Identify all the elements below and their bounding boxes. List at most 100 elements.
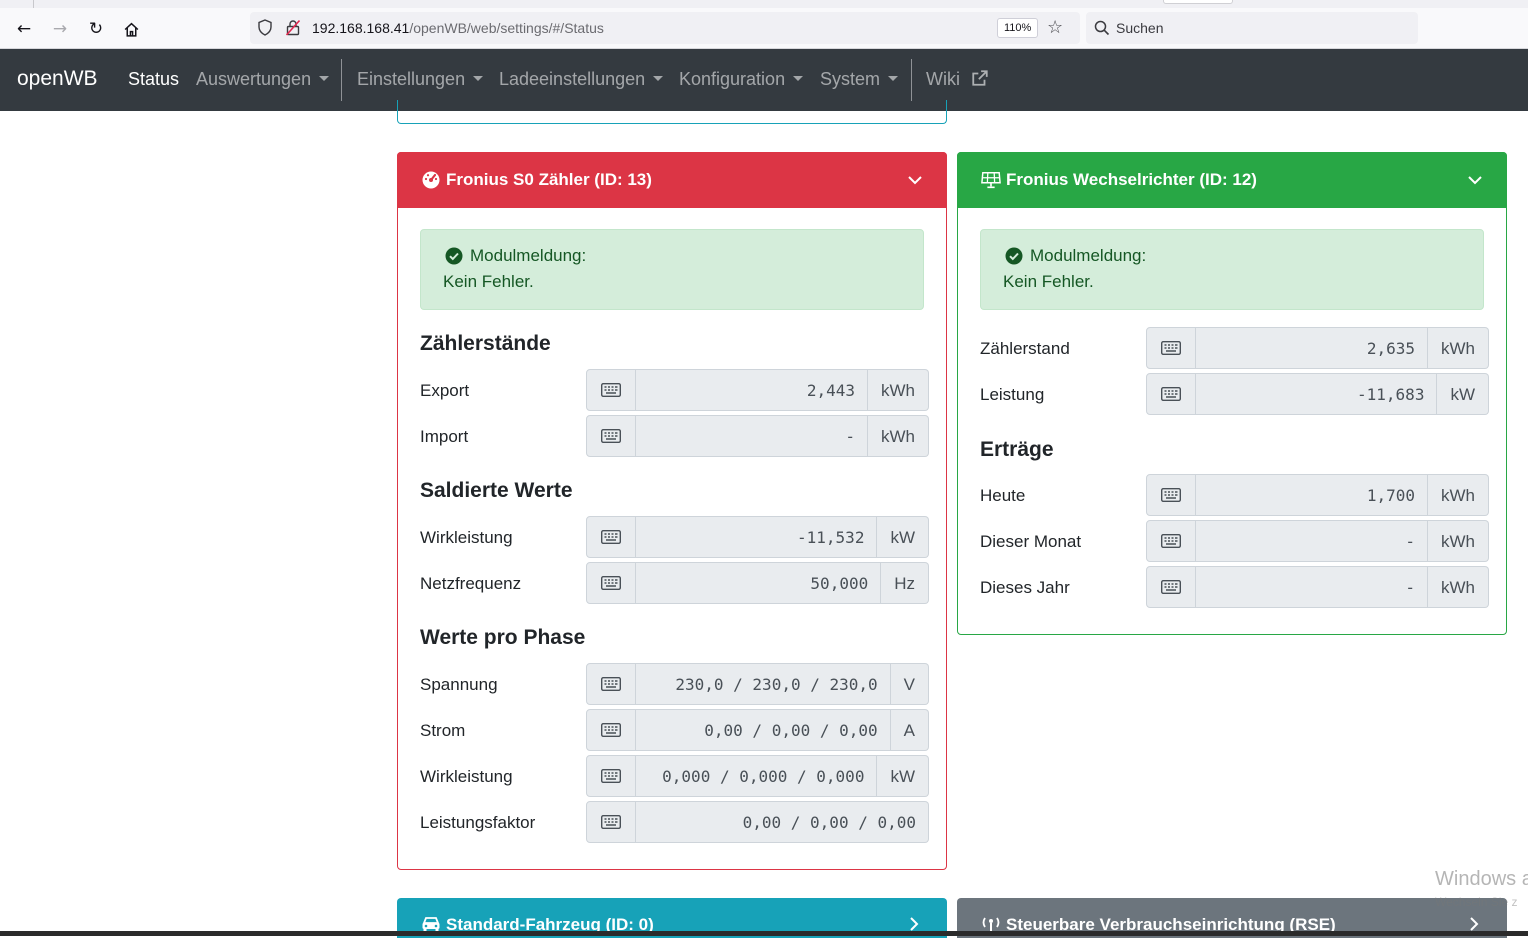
row-label-spannung: Spannung [420,675,498,694]
counter-card: Fronius S0 Zähler (ID: 13) Modulmeldung:… [397,152,947,870]
row-label-leistungsfaktor: Leistungsfaktor [420,813,536,832]
leistung-value: -11,683 [1196,373,1438,415]
leistungsfaktor-value: 0,00 / 0,00 / 0,00 [636,801,929,843]
caret-down-icon [653,76,664,82]
address-bar[interactable]: 192.168.168.41/openWB/web/settings/#/Sta… [250,12,1080,44]
import-unit: kWh [868,415,929,457]
heute-unit: kWh [1428,474,1489,516]
export-value: 2,443 [636,369,868,411]
spannung-field: 230,0 / 230,0 / 230,0 V [586,663,929,705]
import-field: - kWh [586,415,929,457]
leistungsfaktor-field: 0,00 / 0,00 / 0,00 [586,801,929,843]
phase-wirkleistung-unit: kW [877,755,929,797]
nav-status-label: Status [128,69,180,89]
reload-icon[interactable]: ↻ [83,16,109,42]
phase-wirkleistung-value: 0,000 / 0,000 / 0,000 [636,755,878,797]
strom-field: 0,00 / 0,00 / 0,00 A [586,709,929,751]
row-label-dieses-jahr: Dieses Jahr [980,578,1070,597]
chevron-down-icon[interactable] [1467,172,1483,188]
previous-card-bottom [397,100,947,124]
nav-einstellungen[interactable]: Einstellungen [357,69,484,90]
nav-divider [911,59,912,101]
alert-message: Kein Fehler. [443,272,534,291]
nav-auswertungen[interactable]: Auswertungen [196,69,330,90]
nav-status[interactable]: Status [128,69,179,90]
back-icon[interactable]: ← [11,16,37,42]
nav-divider [341,59,342,101]
windows-activation-subtext: Wechseln Sie z [1435,895,1518,909]
counter-card-title: Fronius S0 Zähler (ID: 13) [446,170,652,189]
url-path: /openWB/web/settings/#/Status [409,20,604,36]
nav-konfiguration[interactable]: Konfiguration [679,69,804,90]
inverter-card-header[interactable]: Fronius Wechselrichter (ID: 12) [957,152,1507,208]
keyboard-icon [1146,474,1196,516]
url-text[interactable]: 192.168.168.41/openWB/web/settings/#/Sta… [312,20,604,36]
check-circle-icon [445,247,463,265]
home-icon[interactable] [118,16,144,42]
export-unit: kWh [868,369,929,411]
zoom-level-button[interactable]: 110% [997,18,1039,38]
phase-wirkleistung-field: 0,000 / 0,000 / 0,000 kW [586,755,929,797]
module-status-alert: Modulmeldung: Kein Fehler. [980,229,1484,310]
caret-down-icon [793,76,804,82]
wirkleistung-value: -11,532 [636,516,878,558]
search-bar[interactable]: Suchen [1086,12,1418,44]
nav-ladeeinstellungen[interactable]: Ladeeinstellungen [499,69,664,90]
alert-title: Modulmeldung: [1030,246,1147,265]
strom-unit: A [890,709,929,751]
browser-tab-strip [0,0,1528,8]
leistung-unit: kW [1437,373,1489,415]
solar-panel-icon [981,172,1001,189]
section-heading-saldierte-werte: Saldierte Werte [420,479,573,502]
bookmark-star-icon[interactable]: ☆ [1047,17,1063,38]
keyboard-icon [586,663,636,705]
brand-logo[interactable]: openWB [17,67,98,91]
keyboard-icon [1146,566,1196,608]
dieses-jahr-unit: kWh [1428,566,1489,608]
nav-wiki[interactable]: Wiki [926,69,989,90]
caret-down-icon [473,76,484,82]
caret-down-icon [888,76,899,82]
row-label-heute: Heute [980,486,1026,505]
counter-card-header[interactable]: Fronius S0 Zähler (ID: 13) [397,152,947,208]
dieser-monat-value: - [1196,520,1428,562]
spannung-value: 230,0 / 230,0 / 230,0 [636,663,891,705]
alert-title: Modulmeldung: [470,246,587,265]
search-placeholder: Suchen [1116,20,1164,36]
dieses-jahr-field: - kWh [1146,566,1489,608]
caret-down-icon [319,76,330,82]
export-field: 2,443 kWh [586,369,929,411]
dieser-monat-field: - kWh [1146,520,1489,562]
zaehlerstand-value: 2,635 [1196,327,1428,369]
check-circle-icon [1005,247,1023,265]
gauge-icon [422,171,440,189]
alert-message: Kein Fehler. [1003,272,1094,291]
nav-einstellungen-label: Einstellungen [357,69,466,89]
inverter-card-title: Fronius Wechselrichter (ID: 12) [1006,170,1257,189]
insecure-lock-icon[interactable] [286,19,300,36]
keyboard-icon [586,755,636,797]
keyboard-icon [586,415,636,457]
keyboard-icon [1146,373,1196,415]
chevron-down-icon[interactable] [907,172,923,188]
row-label-netzfrequenz: Netzfrequenz [420,574,522,593]
chevron-right-icon[interactable] [907,916,921,932]
chevron-right-icon[interactable] [1467,916,1481,932]
search-icon [1094,20,1110,36]
keyboard-icon [1146,520,1196,562]
nav-konfiguration-label: Konfiguration [679,69,786,89]
browser-tab[interactable] [1163,0,1233,4]
nav-system[interactable]: System [820,69,899,90]
row-label-export: Export [420,381,470,400]
leistung-field: -11,683 kW [1146,373,1489,415]
forward-icon[interactable]: → [47,16,73,42]
dieses-jahr-value: - [1196,566,1428,608]
tracking-shield-icon[interactable] [258,19,272,36]
nav-auswertungen-label: Auswertungen [196,69,312,89]
nav-ladeeinstellungen-label: Ladeeinstellungen [499,69,646,89]
netzfrequenz-unit: Hz [881,562,929,604]
keyboard-icon [586,562,636,604]
tab-separator [33,0,34,8]
section-heading-ertraege: Erträge [980,438,1054,461]
zaehlerstand-field: 2,635 kWh [1146,327,1489,369]
